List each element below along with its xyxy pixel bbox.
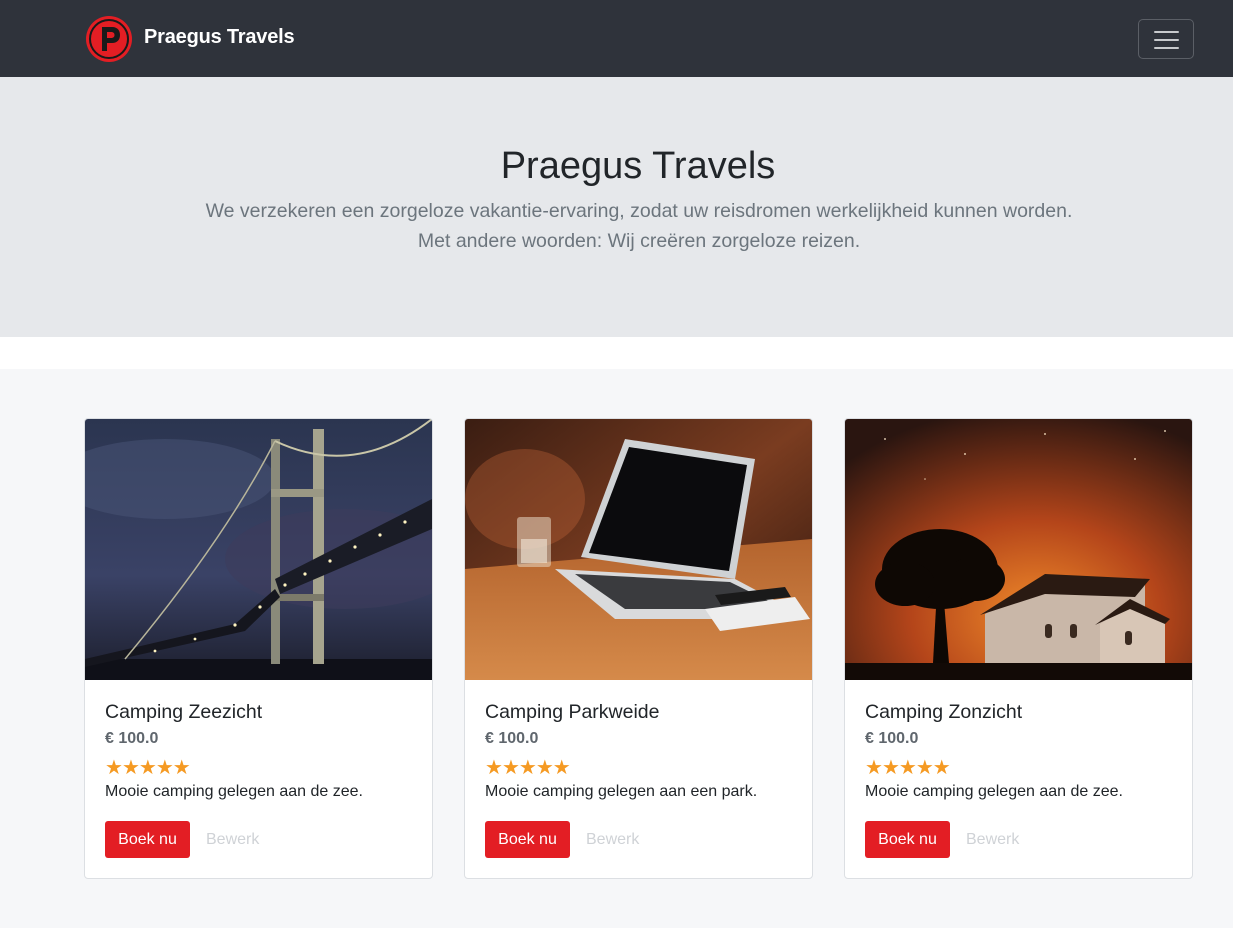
camping-card: Camping Zonzicht € 100.0 ★ ★ ★ ★ ★ Mooie… (844, 418, 1193, 879)
star-icon: ★ (552, 757, 571, 779)
star-icon: ★ (932, 757, 951, 779)
star-rating: ★ ★ ★ ★ ★ (485, 757, 571, 779)
card-description: Mooie camping gelegen aan de zee. (105, 783, 363, 800)
edit-button[interactable]: Bewerk (586, 821, 639, 858)
card-price: € 100.0 (485, 730, 539, 747)
star-icon: ★ (915, 757, 934, 779)
hero-subtitle-line-2: Met andere woorden: Wij creëren zorgeloz… (417, 230, 861, 252)
book-now-button[interactable]: Boek nu (105, 821, 190, 858)
card-image-bridge (85, 419, 432, 680)
camping-card: Camping Parkweide € 100.0 ★ ★ ★ ★ ★ Mooi… (464, 418, 813, 879)
star-icon: ★ (485, 757, 503, 779)
star-icon: ★ (155, 757, 174, 779)
menu-toggle-button[interactable] (1138, 19, 1194, 59)
camping-album: Camping Zeezicht € 100.0 ★ ★ ★ ★ ★ Mooie… (0, 369, 1233, 928)
star-icon: ★ (172, 757, 191, 779)
star-icon: ★ (518, 757, 537, 779)
book-now-button[interactable]: Boek nu (865, 821, 950, 858)
star-icon: ★ (105, 757, 123, 779)
star-rating: ★ ★ ★ ★ ★ (865, 757, 951, 779)
star-icon: ★ (881, 757, 900, 779)
praegus-logo-icon[interactable] (85, 15, 133, 63)
star-icon: ★ (535, 757, 554, 779)
card-image-church (845, 419, 1192, 680)
star-icon: ★ (501, 757, 520, 779)
card-title: Camping Zonzicht (865, 701, 1023, 723)
edit-button[interactable]: Bewerk (966, 821, 1019, 858)
brand-name[interactable]: Praegus Travels (144, 26, 295, 49)
hero-section: Praegus Travels We verzekeren een zorgel… (0, 77, 1233, 337)
camping-card: Camping Zeezicht € 100.0 ★ ★ ★ ★ ★ Mooie… (84, 418, 433, 879)
star-icon: ★ (121, 757, 140, 779)
card-title: Camping Parkweide (485, 701, 660, 723)
hero-subtitle-line-1: We verzekeren een zorgeloze vakantie-erv… (205, 200, 1073, 222)
navbar: Praegus Travels (0, 0, 1233, 77)
card-description: Mooie camping gelegen aan een park. (485, 783, 758, 800)
star-icon: ★ (865, 757, 883, 779)
star-icon: ★ (898, 757, 917, 779)
edit-button[interactable]: Bewerk (206, 821, 259, 858)
card-description: Mooie camping gelegen aan de zee. (865, 783, 1123, 800)
star-rating: ★ ★ ★ ★ ★ (105, 757, 191, 779)
card-image-laptop (465, 419, 812, 680)
star-icon: ★ (138, 757, 157, 779)
card-price: € 100.0 (105, 730, 159, 747)
hero-title: Praegus Travels (500, 145, 776, 187)
book-now-button[interactable]: Boek nu (485, 821, 570, 858)
card-price: € 100.0 (865, 730, 919, 747)
card-title: Camping Zeezicht (105, 701, 263, 723)
